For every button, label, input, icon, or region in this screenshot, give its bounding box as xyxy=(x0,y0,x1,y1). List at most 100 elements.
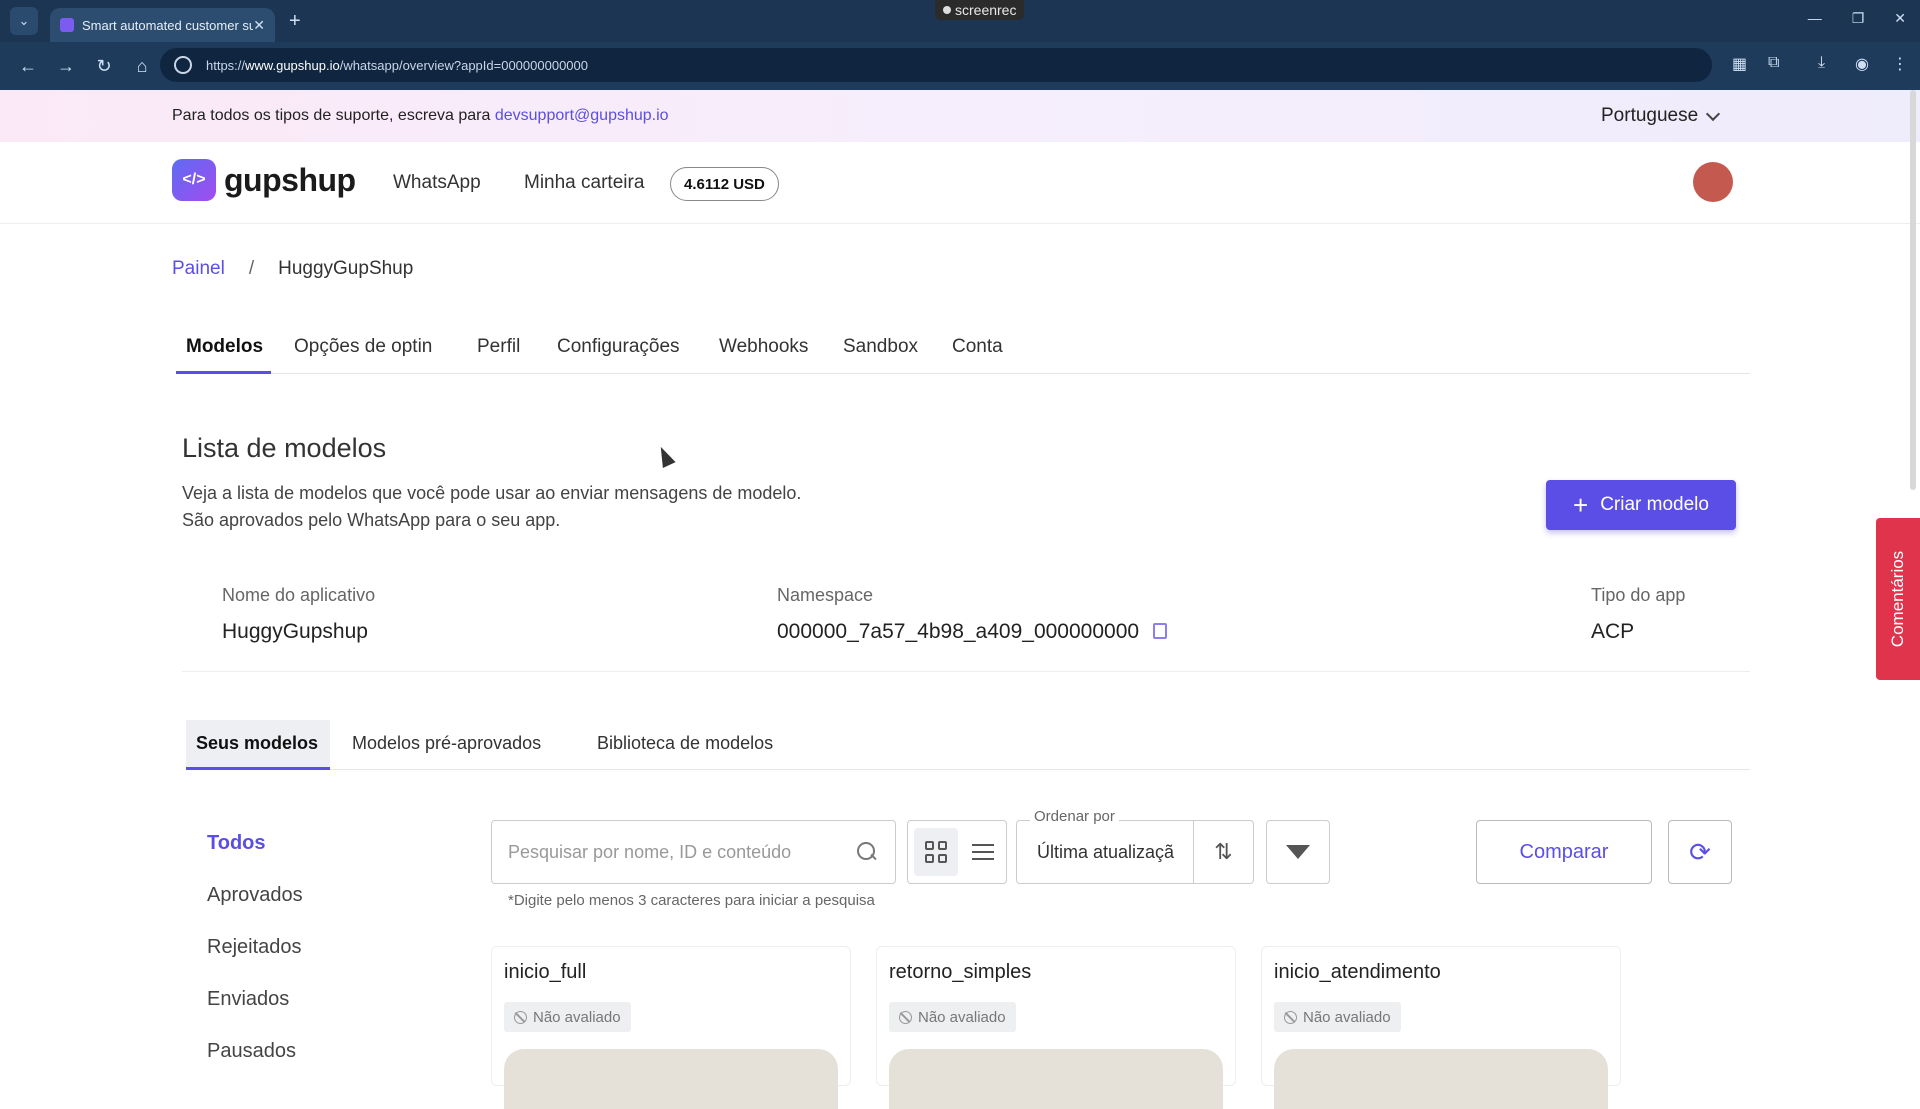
kebab-menu-icon[interactable]: ⋮ xyxy=(1892,54,1908,74)
restore-icon[interactable]: ❐ xyxy=(1852,10,1865,27)
breadcrumb-separator: / xyxy=(248,258,255,279)
view-toggle xyxy=(907,820,1007,884)
order-by-label: Ordenar por xyxy=(1030,808,1119,825)
extension-icon[interactable]: ▦ xyxy=(1732,54,1747,74)
address-bar-row: ← → ↻ ⌂ https://www.gupshup.io/whatsapp/… xyxy=(0,42,1920,90)
template-preview xyxy=(504,1049,838,1109)
tab-list-chevron-icon[interactable]: ⌄ xyxy=(10,7,38,35)
filter-todos[interactable]: Todos xyxy=(207,832,266,855)
profile-icon[interactable]: ◉ xyxy=(1855,54,1869,74)
url-path: /whatsapp/overview?appId=000000000000 xyxy=(339,57,588,73)
app-name-label: Nome do aplicativo xyxy=(222,585,376,605)
chevron-down-icon xyxy=(1706,106,1721,121)
status-badge: Não avaliado xyxy=(504,1002,631,1032)
download-icon[interactable]: ⤓ xyxy=(1818,54,1825,72)
browser-tab[interactable]: Smart automated customer su ✕ xyxy=(50,8,275,42)
filter-button[interactable] xyxy=(1266,820,1330,884)
url-prefix: https:// xyxy=(206,57,246,73)
namespace-text: 000000_7a57_4b98_a409_000000000 xyxy=(777,620,1140,643)
create-template-button[interactable]: + Criar modelo xyxy=(1546,480,1736,530)
reload-icon[interactable]: ↻ xyxy=(94,56,114,77)
description-line-2: São aprovados pelo WhatsApp para o seu a… xyxy=(182,510,561,530)
language-selector[interactable]: Portuguese xyxy=(1601,105,1721,127)
page-description: Veja a lista de modelos que você pode us… xyxy=(182,480,801,534)
close-window-icon[interactable]: ✕ xyxy=(1894,10,1906,27)
site-info-icon[interactable] xyxy=(174,56,192,74)
namespace-label: Namespace xyxy=(777,585,874,605)
search-input[interactable]: Pesquisar por nome, ID e conteúdo xyxy=(491,820,896,884)
support-email-link[interactable]: devsupport@gupshup.io xyxy=(495,107,669,124)
status-text: Não avaliado xyxy=(1303,1008,1391,1026)
refresh-icon[interactable]: ⟳ xyxy=(1668,820,1732,884)
language-label: Portuguese xyxy=(1601,105,1699,126)
copy-icon[interactable] xyxy=(1153,623,1168,639)
gupshup-favicon-icon xyxy=(60,18,74,32)
order-by-select[interactable]: Última atualizaçã xyxy=(1016,820,1194,884)
status-badge: Não avaliado xyxy=(1274,1002,1401,1032)
status-badge: Não avaliado xyxy=(889,1002,1016,1032)
home-icon[interactable]: ⌂ xyxy=(132,56,152,77)
breadcrumb: Painel / HuggyGupShup xyxy=(172,258,413,280)
mouse-cursor-icon xyxy=(654,443,676,469)
tab-configuracoes[interactable]: Configurações xyxy=(557,336,680,358)
app-type-value: ACP xyxy=(1591,620,1635,643)
breadcrumb-current: HuggyGupShup xyxy=(278,258,414,279)
template-card[interactable]: inicio_full Não avaliado xyxy=(491,946,851,1109)
tab-modelos[interactable]: Modelos xyxy=(186,336,263,358)
ban-icon xyxy=(514,1010,527,1024)
new-tab-plus-icon[interactable]: + xyxy=(289,10,301,33)
app-type-label: Tipo do app xyxy=(1591,585,1686,605)
grid-view-icon[interactable] xyxy=(914,828,958,876)
page-scrollbar[interactable] xyxy=(1910,90,1916,490)
breadcrumb-painel-link[interactable]: Painel xyxy=(172,258,225,279)
support-text: Para todos os tipos de suporte, escreva … xyxy=(172,107,491,124)
subtab-preapproved[interactable]: Modelos pré-aprovados xyxy=(352,733,541,754)
filter-enviados[interactable]: Enviados xyxy=(207,988,289,1011)
tab-sandbox[interactable]: Sandbox xyxy=(843,336,918,358)
wallet-balance-badge: 4.6112 USD xyxy=(670,167,779,201)
feedback-side-tab[interactable]: Comentários xyxy=(1876,518,1920,680)
record-dot-icon xyxy=(943,6,951,14)
tab-optin[interactable]: Opções de optin xyxy=(294,336,432,358)
filter-pausados[interactable]: Pausados xyxy=(207,1040,296,1063)
nav-whatsapp[interactable]: WhatsApp xyxy=(393,172,481,194)
gupshup-logo[interactable]: </> gupshup xyxy=(172,159,356,204)
template-card[interactable]: retorno_simples Não avaliado xyxy=(876,946,1236,1109)
puzzle-icon[interactable]: ⧉ xyxy=(1768,54,1779,72)
app-name-value: HuggyGupshup xyxy=(222,620,368,643)
close-tab-icon[interactable]: ✕ xyxy=(253,17,265,34)
top-header: </> gupshup WhatsApp Minha carteira 4.61… xyxy=(0,142,1920,224)
filter-aprovados[interactable]: Aprovados xyxy=(207,884,303,907)
template-name: inicio_atendimento xyxy=(1274,961,1441,983)
plus-icon: + xyxy=(1573,490,1589,520)
minimize-icon[interactable]: — xyxy=(1808,10,1822,27)
subtab-library[interactable]: Biblioteca de modelos xyxy=(597,733,773,754)
active-tab-indicator xyxy=(176,371,271,374)
status-text: Não avaliado xyxy=(533,1008,621,1026)
status-text: Não avaliado xyxy=(918,1008,1006,1026)
main-tabs: Modelos Opções de optin Perfil Configura… xyxy=(176,326,1750,374)
logo-wordmark: gupshup xyxy=(224,161,356,198)
avatar[interactable] xyxy=(1693,162,1733,202)
template-card[interactable]: inicio_atendimento Não avaliado xyxy=(1261,946,1621,1109)
filter-rejeitados[interactable]: Rejeitados xyxy=(207,936,302,959)
back-arrow-icon[interactable]: ← xyxy=(18,56,38,77)
search-icon[interactable] xyxy=(857,842,877,862)
template-name: retorno_simples xyxy=(889,961,1032,983)
tab-webhooks[interactable]: Webhooks xyxy=(719,336,808,358)
list-view-icon[interactable] xyxy=(972,844,994,860)
tab-conta[interactable]: Conta xyxy=(952,336,1003,358)
subtab-your-templates[interactable]: Seus modelos xyxy=(196,733,318,754)
tab-perfil[interactable]: Perfil xyxy=(477,336,520,358)
app-info-panel: Nome do aplicativo HuggyGupshup Namespac… xyxy=(182,570,1750,672)
url-field[interactable]: https://www.gupshup.io/whatsapp/overview… xyxy=(160,48,1712,82)
feedback-label: Comentários xyxy=(1888,550,1907,648)
nav-wallet[interactable]: Minha carteira xyxy=(524,172,644,194)
sort-direction-icon[interactable]: ⇅ xyxy=(1194,820,1254,884)
compare-button[interactable]: Comparar xyxy=(1476,820,1652,884)
forward-arrow-icon[interactable]: → xyxy=(56,56,76,77)
recorder-label: screenrec xyxy=(955,2,1017,18)
browser-tab-bar: ⌄ Smart automated customer su ✕ + screen… xyxy=(0,0,1920,42)
screen-recorder-badge: screenrec xyxy=(935,0,1025,20)
logo-code-icon: </> xyxy=(172,159,220,204)
